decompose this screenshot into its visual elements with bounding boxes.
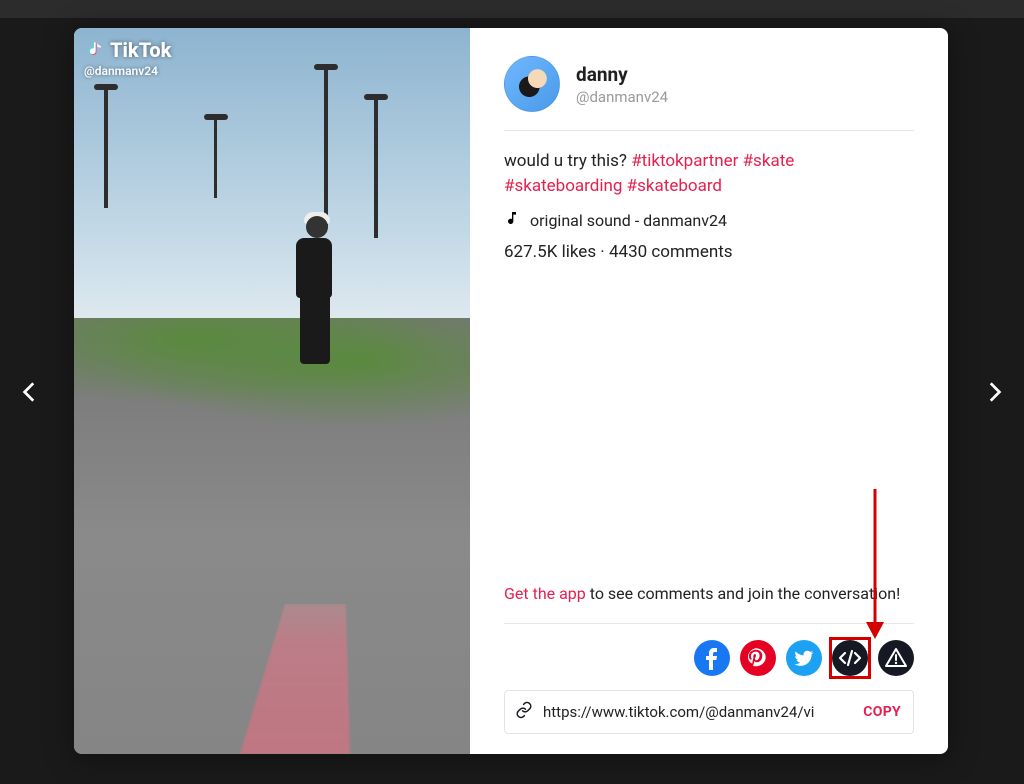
share-row (504, 640, 914, 676)
pinterest-icon (740, 640, 776, 676)
top-bar (0, 0, 1024, 18)
video-lamp (104, 88, 108, 208)
caption-text: would u try this? (504, 151, 631, 171)
video-lamp (214, 118, 217, 198)
comments-count: 4430 comments (609, 242, 733, 262)
chevron-left-icon (17, 379, 43, 405)
hashtag[interactable]: #skateboard (627, 176, 722, 196)
get-app-cta[interactable]: Get the app (504, 584, 586, 603)
video-modal: TikTok @danmanv24 danny @danmanv24 would… (74, 28, 948, 754)
share-facebook-button[interactable] (694, 640, 730, 676)
twitter-icon (786, 640, 822, 676)
profile-handle[interactable]: @danmanv24 (576, 88, 668, 106)
video-caption: would u try this? #tiktokpartner #skate … (504, 149, 914, 198)
get-app-rest: to see comments and join the conversatio… (586, 584, 900, 603)
hashtag[interactable]: #skateboarding (504, 176, 622, 196)
copy-url-button[interactable]: COPY (863, 704, 901, 720)
video-lamp (374, 98, 378, 238)
likes-count: 627.5K likes (504, 242, 596, 262)
tiktok-watermark: TikTok @danmanv24 (84, 38, 171, 78)
avatar[interactable] (504, 56, 560, 112)
share-twitter-button[interactable] (786, 640, 822, 676)
share-url-text[interactable]: https://www.tiktok.com/@danmanv24/vi (543, 703, 853, 721)
video-lamp (324, 68, 328, 228)
watermark-handle: @danmanv24 (84, 64, 171, 78)
video-player[interactable]: TikTok @danmanv24 (74, 28, 470, 754)
video-skater (284, 208, 344, 378)
share-report-button[interactable] (878, 640, 914, 676)
previous-video-button[interactable] (10, 372, 50, 412)
music-label: original sound - danmanv24 (530, 211, 727, 230)
link-icon (515, 701, 533, 723)
profile-row[interactable]: danny @danmanv24 (504, 56, 914, 131)
hashtag[interactable]: #skate (743, 151, 795, 171)
share-url-row: https://www.tiktok.com/@danmanv24/vi COP… (504, 690, 914, 734)
modal-backdrop: TikTok @danmanv24 danny @danmanv24 would… (0, 0, 1024, 784)
share-pinterest-button[interactable] (740, 640, 776, 676)
facebook-icon (694, 640, 730, 676)
profile-display-name[interactable]: danny (576, 63, 668, 86)
share-embed-button[interactable] (832, 640, 868, 676)
watermark-brand: TikTok (110, 38, 171, 62)
next-video-button[interactable] (974, 372, 1014, 412)
stats-row: 627.5K likes · 4430 comments (504, 242, 914, 262)
music-note-icon (504, 210, 520, 230)
report-warning-icon (878, 640, 914, 676)
get-app-prompt: Get the app to see comments and join the… (504, 582, 914, 624)
chevron-right-icon (981, 379, 1007, 405)
video-info-panel: danny @danmanv24 would u try this? #tikt… (470, 28, 948, 754)
embed-code-icon (832, 640, 868, 676)
hashtag[interactable]: #tiktokpartner (631, 151, 738, 171)
tiktok-note-icon (84, 39, 104, 61)
music-row[interactable]: original sound - danmanv24 (504, 210, 914, 230)
